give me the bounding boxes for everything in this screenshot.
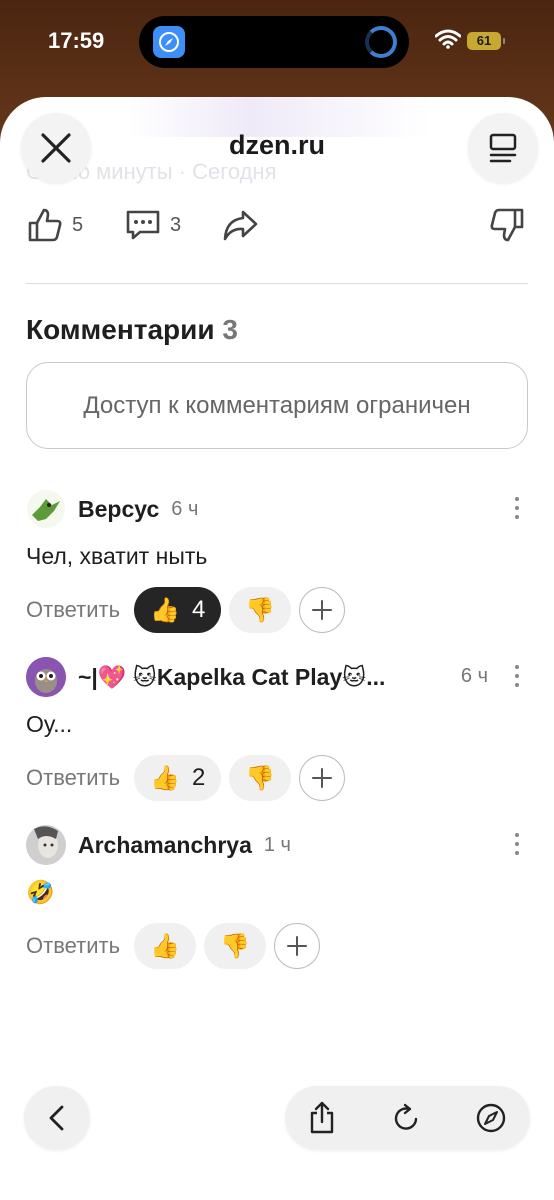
avatar[interactable] xyxy=(26,657,66,697)
plus-icon xyxy=(312,768,333,788)
comment-author[interactable]: ~|💖 🐱Kapelka Cat Play🐱... xyxy=(78,664,385,691)
dynamic-island xyxy=(139,16,409,68)
reader-menu-icon xyxy=(489,133,517,163)
comment-item: Версус 6 ч Чел, хватит ныть Ответить 👍 4… xyxy=(26,489,530,633)
more-options-icon[interactable] xyxy=(514,665,520,689)
like-count: 5 xyxy=(72,213,84,236)
section-divider xyxy=(26,283,528,284)
thumbs-up-emoji: 👍 xyxy=(150,932,180,960)
comments-heading-count: 3 xyxy=(222,314,238,345)
reaction-like-count: 4 xyxy=(191,596,206,623)
comments-heading-label: Комментарии xyxy=(26,314,215,345)
thumbs-up-emoji: 👍 xyxy=(150,596,180,624)
wifi-icon xyxy=(434,29,462,54)
reaction-dislike-button[interactable]: 👎 xyxy=(203,923,266,969)
battery-indicator: 61 xyxy=(467,32,505,50)
reply-button[interactable]: Ответить xyxy=(26,765,120,791)
comment-text: Чел, хватит ныть xyxy=(26,543,208,569)
add-reaction-button[interactable] xyxy=(299,587,346,633)
comment-text: 🤣 xyxy=(26,879,55,905)
status-time: 17:59 xyxy=(48,28,105,53)
comment-author[interactable]: Версус xyxy=(78,496,159,523)
compass-icon xyxy=(476,1103,506,1133)
thumbs-down-icon xyxy=(490,208,524,242)
share-icon xyxy=(310,1101,334,1134)
reaction-like-count: 2 xyxy=(191,764,206,791)
reaction-like-button[interactable]: 👍 4 xyxy=(134,587,222,633)
thumbs-down-emoji: 👎 xyxy=(219,932,250,960)
avatar[interactable] xyxy=(26,489,66,529)
article-action-bar: 5 3 xyxy=(26,201,530,249)
thumbs-up-icon xyxy=(28,208,62,242)
reply-button[interactable]: Ответить xyxy=(26,933,120,959)
reload-button[interactable] xyxy=(388,1100,424,1136)
share-button[interactable] xyxy=(304,1100,340,1136)
more-options-icon[interactable] xyxy=(514,497,520,521)
comment-author[interactable]: Archamanchrya xyxy=(78,832,252,859)
comment-item: Archamanchrya 1 ч 🤣 Ответить 👍 👎 xyxy=(26,825,530,969)
avatar[interactable] xyxy=(26,825,66,865)
plus-icon xyxy=(312,600,333,620)
comment-item: ~|💖 🐱Kapelka Cat Play🐱... 6 ч Оу... Отве… xyxy=(26,657,530,801)
more-options-icon[interactable] xyxy=(514,833,520,857)
chevron-left-icon xyxy=(49,1105,64,1131)
add-reaction-button[interactable] xyxy=(299,755,346,801)
reaction-like-button[interactable]: 👍 xyxy=(134,923,196,969)
comments-action[interactable]: 3 xyxy=(124,201,181,249)
share-action[interactable] xyxy=(221,201,259,249)
comment-text: Оу... xyxy=(26,711,73,737)
bottom-toolbar xyxy=(285,1086,530,1150)
add-reaction-button[interactable] xyxy=(273,923,320,969)
thumbs-down-emoji: 👎 xyxy=(245,596,276,624)
comment-time: 6 ч xyxy=(460,665,488,687)
reader-menu-button[interactable] xyxy=(468,113,538,183)
plus-icon xyxy=(286,936,307,956)
comment-time: 1 ч xyxy=(263,833,291,856)
comments-heading: Комментарии 3 xyxy=(26,314,238,346)
reply-button[interactable]: Ответить xyxy=(26,597,120,623)
thumbs-down-emoji: 👎 xyxy=(245,764,276,792)
loading-ring-icon xyxy=(365,26,397,58)
comment-icon xyxy=(126,210,160,240)
comment-time: 6 ч xyxy=(171,497,199,520)
reaction-dislike-button[interactable]: 👎 xyxy=(229,587,292,633)
status-bar: 17:59 61 xyxy=(0,0,554,90)
reaction-dislike-button[interactable]: 👎 xyxy=(229,755,292,801)
thumbs-up-emoji: 👍 xyxy=(150,764,180,792)
safari-app-icon xyxy=(153,26,185,58)
share-arrow-icon xyxy=(223,210,258,241)
comments-restricted-box: Доступ к комментариям ограничен xyxy=(26,362,528,449)
reload-icon xyxy=(394,1103,418,1130)
back-button[interactable] xyxy=(24,1086,90,1150)
reaction-like-button[interactable]: 👍 2 xyxy=(134,755,222,801)
dislike-action[interactable] xyxy=(488,201,526,249)
like-action[interactable]: 5 xyxy=(26,201,83,249)
comments-count: 3 xyxy=(170,213,182,236)
compass-button[interactable] xyxy=(473,1100,509,1136)
browser-sheet: Около минуты · Сегодня dzen.ru 5 3 Комме… xyxy=(0,97,554,1200)
